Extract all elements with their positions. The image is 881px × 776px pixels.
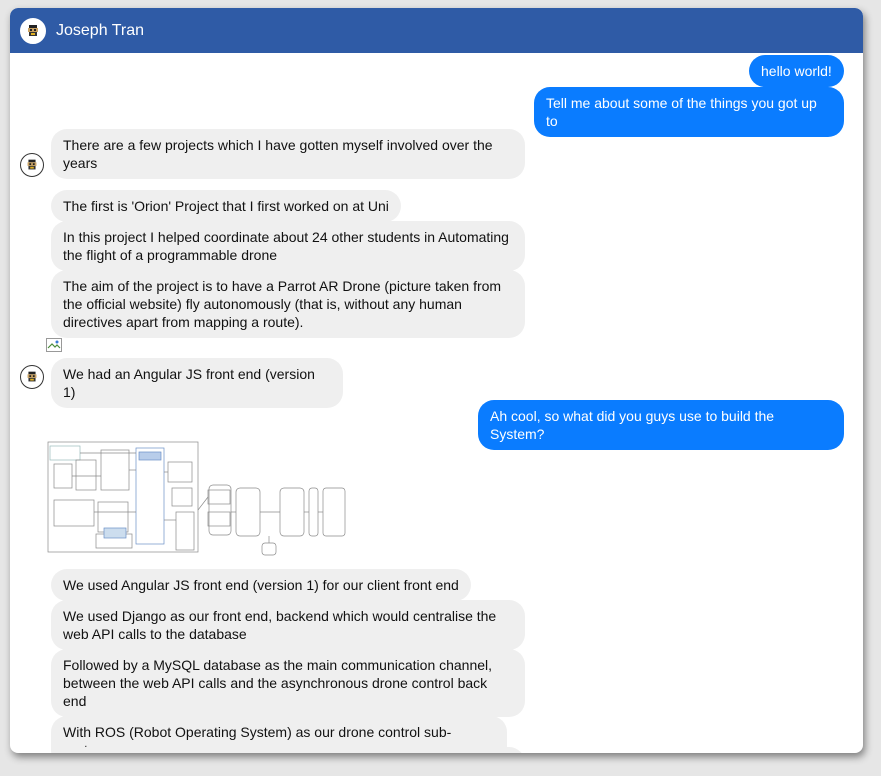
outgoing-message: hello world! [749, 55, 844, 87]
incoming-message: In this project I helped coordinate abou… [51, 221, 525, 271]
incoming-message: We had an Angular JS front end (version … [51, 358, 343, 408]
contact-avatar[interactable] [20, 17, 46, 44]
message-avatar [20, 365, 44, 389]
system-architecture-diagram [47, 441, 346, 556]
pixel-character-icon [27, 159, 37, 170]
chat-window: Joseph Tran hello world! Tell me about s… [10, 8, 863, 753]
broken-image-icon [46, 338, 62, 352]
outgoing-message: Ah cool, so what did you guys use to bui… [478, 400, 844, 450]
contact-name: Joseph Tran [56, 21, 145, 39]
message-avatar [20, 153, 44, 177]
incoming-message-partial [51, 747, 525, 753]
incoming-message: The aim of the project is to have a Parr… [51, 270, 525, 338]
incoming-message: We used Angular JS front end (version 1)… [51, 569, 471, 601]
incoming-message: We used Django as our front end, backend… [51, 600, 525, 650]
outgoing-message: Tell me about some of the things you got… [534, 87, 844, 137]
incoming-message: Followed by a MySQL database as the main… [51, 649, 525, 717]
pixel-character-icon [27, 371, 37, 382]
incoming-message: The first is 'Orion' Project that I firs… [51, 190, 401, 222]
pixel-character-icon [28, 24, 38, 36]
incoming-message: There are a few projects which I have go… [51, 129, 525, 179]
chat-header: Joseph Tran [10, 8, 863, 53]
